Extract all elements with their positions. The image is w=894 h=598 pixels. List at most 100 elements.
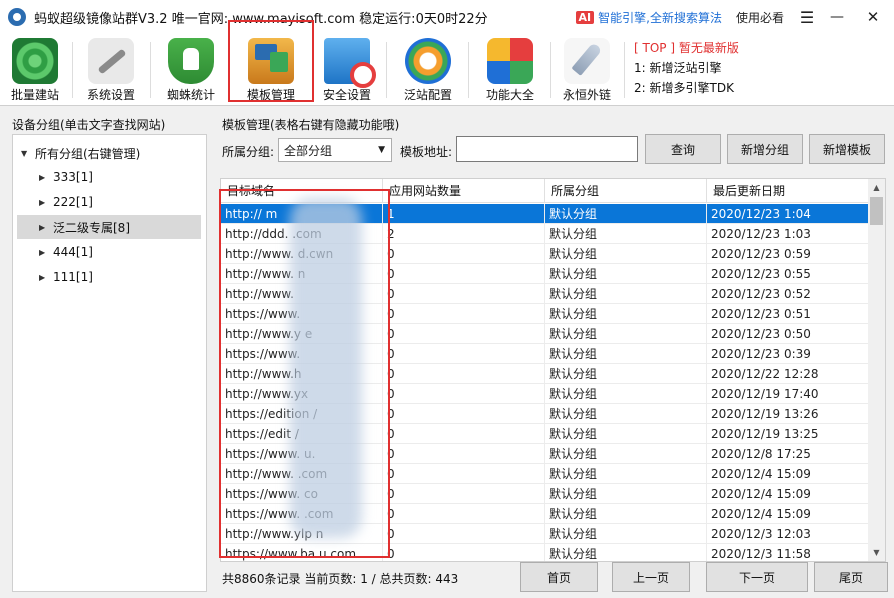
scroll-thumb[interactable] [870,197,883,225]
cell-site-count: 0 [383,244,545,264]
cell-updated: 2020/12/23 1:03 [707,224,869,244]
column-header-site-count[interactable]: 应用网站数量 [383,179,545,203]
table-scrollbar[interactable]: ▲ ▼ [868,179,885,561]
toolbar-settings-button[interactable]: 系统设置 [76,36,146,104]
tree-item-label: 222[1] [53,195,93,209]
expand-right-icon[interactable]: ▶ [39,248,53,257]
toolbar-label: 安全设置 [322,88,371,102]
ai-engine-link[interactable]: 智能引擎,全新搜索算法 [598,9,722,26]
domain-column-highlight [219,189,390,558]
cell-updated: 2020/12/23 0:52 [707,284,869,304]
cell-group: 默认分组 [545,244,707,264]
cell-site-count: 0 [383,344,545,364]
group-filter-label: 所属分组: [222,145,275,159]
toolbar-external-links-button[interactable]: 永恒外链 [552,36,622,104]
cell-group: 默认分组 [545,264,707,284]
tree-item-group-selected[interactable]: ▶ 泛二级专属[8] [17,215,201,239]
next-page-button[interactable]: 下一页 [706,562,808,592]
tree-item-group[interactable]: ▶ 222[1] [39,190,205,214]
notice-line-1: 1: 新增泛站引擎 [634,61,722,75]
toolbar-spider-stats-button[interactable]: 蜘蛛统计 [156,36,226,104]
expand-right-icon[interactable]: ▶ [39,173,53,182]
cell-site-count: 0 [383,324,545,344]
cell-site-count: 1 [383,204,545,224]
first-page-button[interactable]: 首页 [520,562,598,592]
scroll-down-icon[interactable]: ▼ [868,544,885,561]
tree-item-label: 111[1] [53,270,93,284]
app-logo-icon [8,8,26,26]
toolbar-security-button[interactable]: 安全设置 [312,36,382,104]
cell-group: 默认分组 [545,364,707,384]
expand-right-icon[interactable]: ▶ [39,223,53,232]
must-read-link[interactable]: 使用必看 [736,9,784,26]
template-manage-highlight [228,20,314,102]
cell-site-count: 0 [383,464,545,484]
toolbar-batch-build-button[interactable]: 批量建站 [0,36,70,104]
cell-updated: 2020/12/23 0:50 [707,324,869,344]
close-icon[interactable]: ✕ [852,0,894,34]
toolbar-label: 批量建站 [10,88,59,102]
notice-line-2: 2: 新增多引擎TDK [634,81,734,95]
grid-icon [487,38,533,84]
cell-updated: 2020/12/8 17:25 [707,444,869,464]
add-template-button[interactable]: 新增模板 [809,134,885,164]
menu-icon[interactable]: ☰ [792,0,822,34]
cell-site-count: 0 [383,364,545,384]
cell-site-count: 2 [383,224,545,244]
cell-updated: 2020/12/23 0:39 [707,344,869,364]
template-url-input[interactable] [456,136,638,162]
cell-group: 默认分组 [545,444,707,464]
template-manage-title: 模板管理(表格右键有隐藏功能哦) [222,118,400,132]
group-filter-select[interactable]: 全部分组 ▼ [278,138,392,162]
title-bar-right: AI 智能引擎,全新搜索算法 使用必看 ☰ — ✕ [575,0,894,34]
tree-item-group[interactable]: ▶ 111[1] [39,265,205,289]
tree-item-group[interactable]: ▶ 333[1] [39,165,205,189]
expand-right-icon[interactable]: ▶ [39,273,53,282]
prev-page-button[interactable]: 上一页 [612,562,690,592]
expand-right-icon[interactable]: ▶ [39,198,53,207]
column-header-group[interactable]: 所属分组 [545,179,707,203]
cell-group: 默认分组 [545,204,707,224]
toolbar-divider [550,42,551,98]
record-status: 共8860条记录 当前页数: 1 / 总共页数: 443 [222,572,459,586]
chevron-down-icon: ▼ [378,145,385,155]
toolbar-pan-site-button[interactable]: 泛站配置 [393,36,463,104]
toolbar-divider [72,42,73,98]
minimize-icon[interactable]: — [822,0,852,34]
cell-updated: 2020/12/4 15:09 [707,464,869,484]
cell-updated: 2020/12/3 12:03 [707,524,869,544]
add-group-button[interactable]: 新增分组 [727,134,803,164]
column-header-updated[interactable]: 最后更新日期 [707,179,869,203]
toolbar-label: 系统设置 [86,88,135,102]
cell-site-count: 0 [383,544,545,561]
query-button[interactable]: 查询 [645,134,721,164]
tree-item-group[interactable]: ▶ 444[1] [39,240,205,264]
cell-site-count: 0 [383,284,545,304]
cell-group: 默认分组 [545,404,707,424]
shield-horse-icon [168,38,214,84]
cell-group: 默认分组 [545,524,707,544]
cell-updated: 2020/12/23 0:59 [707,244,869,264]
device-group-tree: ▼ 所有分组(右键管理) ▶ 333[1] ▶ 222[1] ▶ 泛二级专属[8… [12,134,207,592]
cell-updated: 2020/12/19 13:25 [707,424,869,444]
cell-updated: 2020/12/3 11:58 [707,544,869,561]
toolbar-divider [150,42,151,98]
expand-down-icon[interactable]: ▼ [21,149,35,158]
toolbar-label: 泛站配置 [403,88,452,102]
main-toolbar: 批量建站 系统设置 蜘蛛统计 模板管理 安全设置 泛站配置 功能大全 永恒外链 [0,34,894,106]
wrench-icon [88,38,134,84]
cell-updated: 2020/12/19 17:40 [707,384,869,404]
tree-item-label: 泛二级专属[8] [53,220,130,235]
cell-updated: 2020/12/23 0:55 [707,264,869,284]
tree-root-all-groups[interactable]: ▼ 所有分组(右键管理) [21,141,205,165]
cell-group: 默认分组 [545,304,707,324]
cell-group: 默认分组 [545,484,707,504]
toolbar-functions-button[interactable]: 功能大全 [475,36,545,104]
rocket-icon [564,38,610,84]
cell-group: 默认分组 [545,284,707,304]
last-page-button[interactable]: 尾页 [814,562,888,592]
scroll-up-icon[interactable]: ▲ [868,179,885,196]
cell-group: 默认分组 [545,424,707,444]
cell-updated: 2020/12/23 0:51 [707,304,869,324]
toolbar-label: 蜘蛛统计 [166,88,215,102]
